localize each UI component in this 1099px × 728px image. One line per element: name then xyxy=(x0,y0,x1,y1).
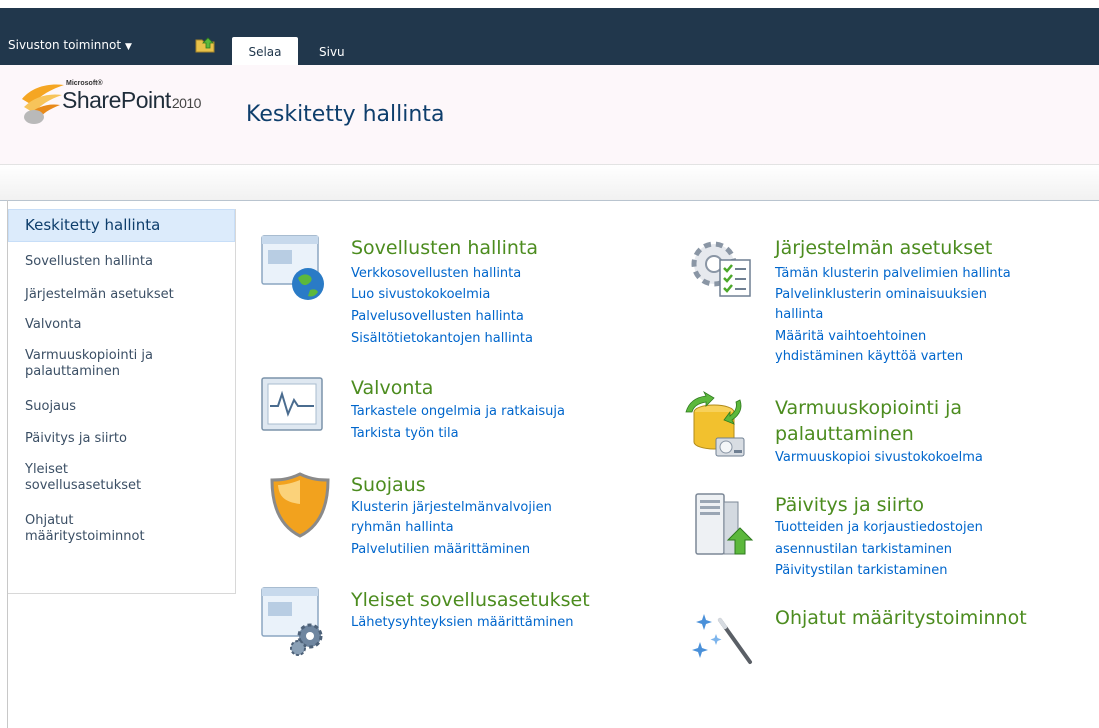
logo-microsoft-text: Microsoft® xyxy=(66,80,103,87)
link-content-databases[interactable]: Sisältötietokantojen hallinta xyxy=(351,329,533,349)
site-actions-menu[interactable]: Sivuston toiminnot ▼ xyxy=(8,38,132,52)
server-upgrade-icon xyxy=(695,493,754,555)
shield-icon xyxy=(270,472,330,538)
link-create-site-collections[interactable]: Luo sivustokokoelmia xyxy=(351,285,490,305)
link-send-connections[interactable]: Lähetysyhteyksien määrittäminen xyxy=(351,613,573,633)
link-service-apps[interactable]: Palvelusovellusten hallinta xyxy=(351,307,524,327)
section-title-upgrade[interactable]: Päivitys ja siirto xyxy=(775,493,924,517)
left-edge xyxy=(0,200,8,728)
chevron-down-icon: ▼ xyxy=(125,42,132,52)
ribbon-bar: Sivuston toiminnot ▼ Selaa Sivu xyxy=(0,8,1099,73)
link-problems-solutions[interactable]: Tarkastele ongelmia ja ratkaisuja xyxy=(351,402,565,422)
link-patch-status-1[interactable]: Tuotteiden ja korjaustiedostojen xyxy=(775,518,983,538)
tab-sivu[interactable]: Sivu xyxy=(308,37,356,65)
section-title-wizards[interactable]: Ohjatut määritystoiminnot xyxy=(775,606,1027,630)
page-title[interactable]: Keskitetty hallinta xyxy=(246,102,444,127)
link-job-status[interactable]: Tarkista työn tila xyxy=(351,424,459,444)
nav-item-backup-restore[interactable]: Varmuuskopiointi ja palauttaminen xyxy=(8,348,208,380)
title-area: Microsoft® SharePoint2010 Keskitetty hal… xyxy=(0,65,1099,165)
sharepoint-logo[interactable]: Microsoft® SharePoint2010 xyxy=(18,77,238,139)
nav-item-applications[interactable]: Sovellusten hallinta xyxy=(8,254,235,270)
link-farm-features-1[interactable]: Palvelinklusterin ominaisuuksien xyxy=(775,285,987,305)
application-gears-icon xyxy=(261,587,323,656)
link-farm-admins-2[interactable]: ryhmän hallinta xyxy=(351,518,454,538)
link-farm-admins-1[interactable]: Klusterin järjestelmänvalvojien xyxy=(351,498,552,518)
nav-item-wizards[interactable]: Ohjatut määritystoiminnot xyxy=(8,513,188,545)
nav-item-security[interactable]: Suojaus xyxy=(8,399,235,415)
link-upgrade-status[interactable]: Päivitystilan tarkistaminen xyxy=(775,561,948,581)
tab-sivu-label: Sivu xyxy=(319,45,345,59)
logo-version: 2010 xyxy=(171,95,202,111)
nav-item-monitoring[interactable]: Valvonta xyxy=(8,317,235,333)
link-farm-features-2[interactable]: hallinta xyxy=(775,305,823,325)
section-title-general-settings[interactable]: Yleiset sovellusasetukset xyxy=(351,588,590,612)
section-title-monitoring[interactable]: Valvonta xyxy=(351,376,433,400)
left-navigation: Keskitetty hallinta Sovellusten hallinta… xyxy=(8,209,236,594)
link-backup-site-collection[interactable]: Varmuuskopioi sivustokokoelma xyxy=(775,448,983,468)
section-title-backup-2[interactable]: palauttaminen xyxy=(775,422,914,446)
logo-product-text: SharePoint2010 xyxy=(62,87,201,114)
section-title-security[interactable]: Suojaus xyxy=(351,473,426,497)
top-strip xyxy=(0,0,1099,8)
gear-checklist-icon xyxy=(691,241,751,297)
section-title-applications[interactable]: Sovellusten hallinta xyxy=(351,236,538,260)
application-globe-icon xyxy=(261,235,324,300)
nav-item-central-admin[interactable]: Keskitetty hallinta xyxy=(8,209,235,242)
link-web-apps[interactable]: Verkkosovellusten hallinta xyxy=(351,264,521,284)
magic-wand-icon xyxy=(692,614,752,664)
section-title-system-settings[interactable]: Järjestelmän asetukset xyxy=(775,236,992,260)
nav-item-upgrade[interactable]: Päivitys ja siirto xyxy=(8,431,235,447)
nav-item-system-settings[interactable]: Järjestelmän asetukset xyxy=(8,287,235,303)
site-actions-label: Sivuston toiminnot xyxy=(8,38,122,52)
link-alternate-access-1[interactable]: Määritä vaihtoehtoinen xyxy=(775,327,926,347)
tab-selaa-label: Selaa xyxy=(248,45,282,59)
link-farm-servers[interactable]: Tämän klusterin palvelimien hallinta xyxy=(775,264,1011,284)
logo-product-name: SharePoint xyxy=(62,87,171,113)
database-backup-icon xyxy=(685,390,745,457)
navigate-up-icon[interactable] xyxy=(195,35,217,53)
link-service-accounts[interactable]: Palvelutilien määrittäminen xyxy=(351,540,530,560)
link-patch-status-2[interactable]: asennustilan tarkistaminen xyxy=(775,540,952,560)
link-alternate-access-2[interactable]: yhdistäminen käyttöä varten xyxy=(775,347,963,367)
nav-item-general-settings[interactable]: Yleiset sovellusasetukset xyxy=(8,462,188,494)
monitor-graph-icon xyxy=(261,377,323,431)
sub-toolbar xyxy=(0,165,1099,201)
sharepoint-logo-icon xyxy=(22,84,64,124)
section-title-backup-1[interactable]: Varmuuskopiointi ja xyxy=(775,396,962,420)
